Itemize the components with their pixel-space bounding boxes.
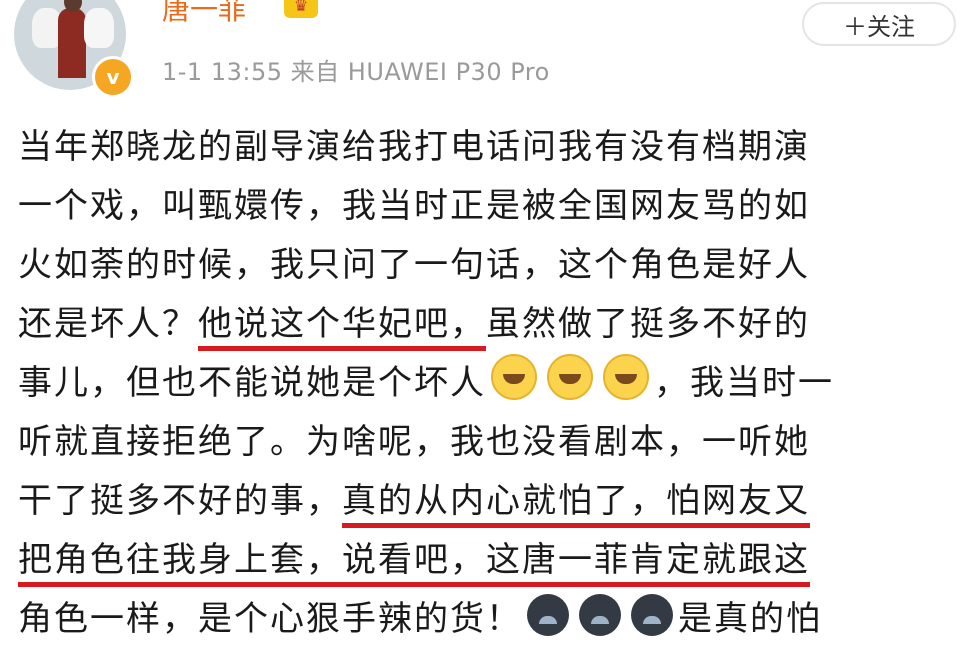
laugh-cry-emoji-icon (603, 354, 649, 400)
post-body: 当年郑晓龙的副导演给我打电话问我有没有档期演 一个戏，叫甄嬛传，我当时正是被全国… (18, 118, 948, 649)
post-text: ，我当时一 (654, 363, 834, 403)
post-line: 干了挺多不好的事，真的从内心就怕了，怕网友又 (18, 472, 948, 531)
post-line: 角色一样，是个心狠手辣的货！ 是真的怕 (18, 590, 948, 649)
post-line: 一个戏，叫甄嬛传，我当时正是被全国网友骂的如 (18, 186, 810, 226)
post-meta: 1-1 13:55 来自 HUAWEI P30 Pro (162, 52, 550, 87)
highlighted-text: 他说这个华妃吧， (198, 304, 486, 351)
laugh-cry-emoji-icon (547, 354, 593, 400)
post-timestamp: 1-1 13:55 (162, 58, 283, 86)
crying-emoji-icon (579, 594, 621, 636)
crying-emoji-icon (631, 594, 673, 636)
post-line: 把角色往我身上套，说看吧，这唐一菲肯定就跟这 (18, 531, 948, 590)
post-line: 事儿，但也不能说她是个坏人 ，我当时一 (18, 354, 948, 413)
post-line: 火如荼的时候，我只问了一句话，这个角色是好人 (18, 245, 810, 285)
post-text: 角色一样，是个心狠手辣的货！ (18, 599, 522, 639)
follow-button[interactable]: ＋关注 (802, 2, 956, 46)
post-text: 事儿，但也不能说她是个坏人 (18, 363, 486, 403)
verified-badge-icon: v (92, 56, 134, 98)
post-source: 来自 HUAWEI P30 Pro (290, 58, 550, 86)
crown-icon: ♛ (284, 0, 318, 18)
highlighted-text: 把角色往我身上套，说看吧，这唐一菲肯定就跟这 (18, 540, 810, 587)
post-text: 虽然做了挺多不好的 (486, 304, 810, 344)
post-text: 是真的怕 (678, 599, 822, 639)
post-line: 当年郑晓龙的副导演给我打电话问我有没有档期演 (18, 127, 810, 167)
dog-figure (84, 8, 114, 48)
highlighted-text: 真的从内心就怕了，怕网友又 (342, 481, 810, 528)
person-figure (58, 8, 86, 78)
post-text: 干了挺多不好的事， (18, 481, 342, 521)
crying-emoji-icon (527, 594, 569, 636)
post-line: 还是坏人？他说这个华妃吧，虽然做了挺多不好的 (18, 295, 948, 354)
post-line: 听就直接拒绝了。为啥呢，我也没看剧本，一听她 (18, 422, 810, 462)
laugh-cry-emoji-icon (491, 354, 537, 400)
post-text: 还是坏人？ (18, 304, 198, 344)
username[interactable]: 唐一菲 (162, 0, 246, 28)
